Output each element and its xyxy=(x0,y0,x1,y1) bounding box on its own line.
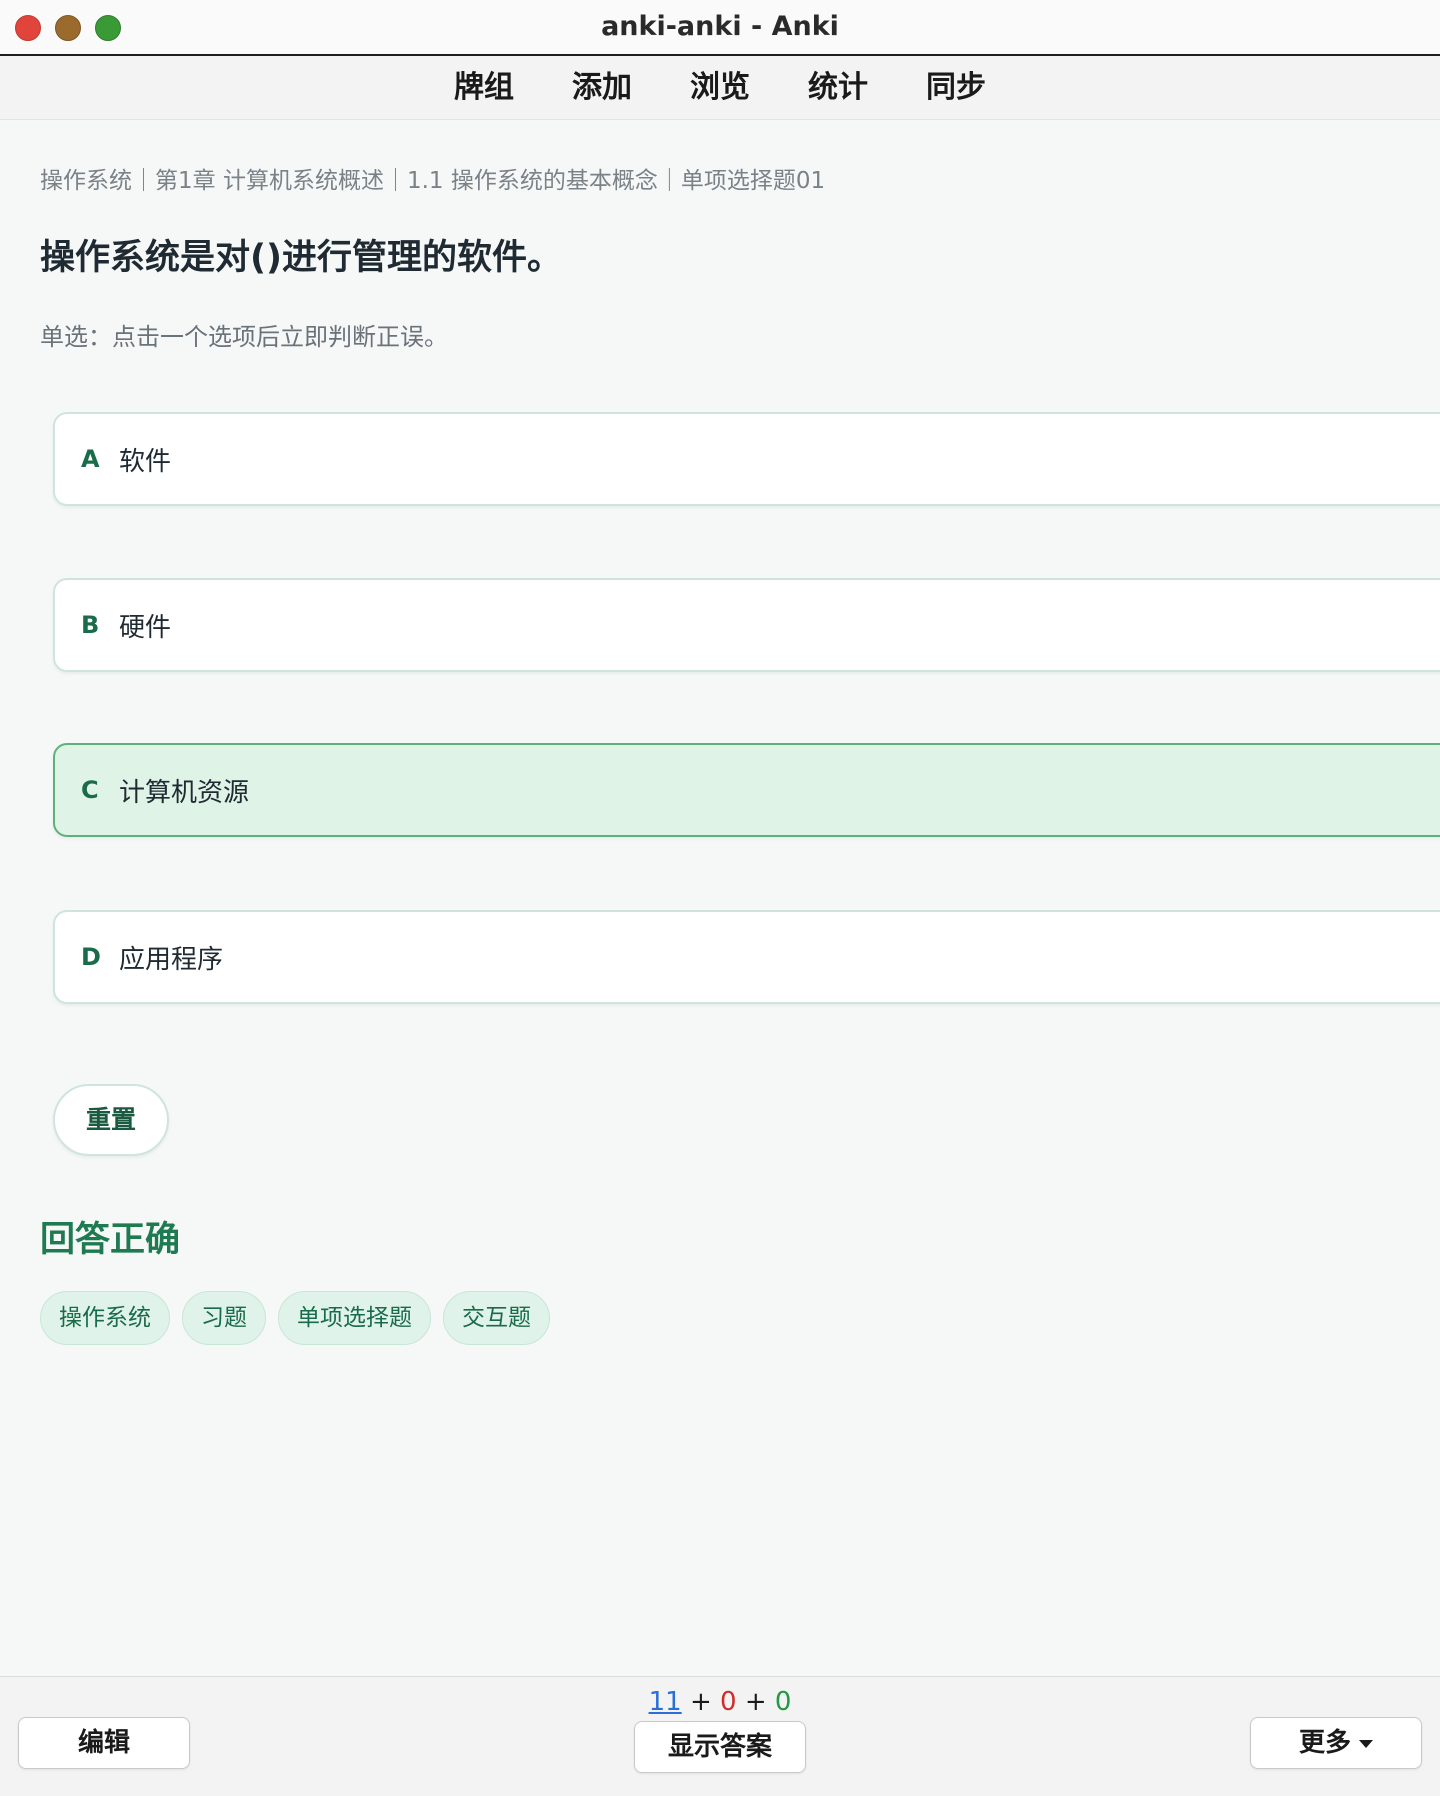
title-bar: anki-anki - Anki xyxy=(0,0,1440,56)
edit-button[interactable]: 编辑 xyxy=(18,1717,190,1769)
option-c[interactable]: C 计算机资源 xyxy=(53,743,1440,837)
toolbar-decks[interactable]: 牌组 xyxy=(454,66,514,110)
option-text: 软件 xyxy=(119,446,172,477)
tag-list: 操作系统 习题 单项选择题 交互题 xyxy=(40,1291,550,1345)
tag: 单项选择题 xyxy=(278,1291,431,1345)
question-text: 操作系统是对()进行管理的软件。 xyxy=(40,238,562,278)
option-letter: D xyxy=(81,943,101,971)
option-d[interactable]: D 应用程序 xyxy=(53,910,1440,1004)
due-counts: 11 + 0 + 0 xyxy=(0,1687,1440,1717)
option-letter: B xyxy=(81,611,100,639)
instruction-hint: 单选：点击一个选项后立即判断正误。 xyxy=(40,323,448,351)
review-count: 0 xyxy=(774,1687,792,1717)
reset-button[interactable]: 重置 xyxy=(53,1084,169,1156)
option-letter: C xyxy=(81,776,99,804)
review-bottom-bar: 11 + 0 + 0 编辑 显示答案 更多 xyxy=(0,1676,1440,1796)
option-text: 计算机资源 xyxy=(119,777,250,808)
option-text: 硬件 xyxy=(119,612,172,643)
anki-window: anki-anki - Anki 牌组 添加 浏览 统计 同步 操作系统｜第1章… xyxy=(0,0,1440,1796)
chevron-down-icon xyxy=(1359,1739,1373,1748)
show-answer-button[interactable]: 显示答案 xyxy=(634,1721,806,1773)
toolbar-sync[interactable]: 同步 xyxy=(926,66,986,110)
option-letter: A xyxy=(81,445,100,473)
count-separator: + xyxy=(744,1687,767,1717)
window-title: anki-anki - Anki xyxy=(601,11,839,42)
main-toolbar: 牌组 添加 浏览 统计 同步 xyxy=(0,56,1440,120)
option-b[interactable]: B 硬件 xyxy=(53,578,1440,672)
more-button[interactable]: 更多 xyxy=(1250,1717,1422,1769)
learn-count: 0 xyxy=(720,1687,737,1717)
breadcrumb: 操作系统｜第1章 计算机系统概述｜1.1 操作系统的基本概念｜单项选择题01 xyxy=(40,168,826,194)
count-separator: + xyxy=(689,1687,712,1717)
result-message: 回答正确 xyxy=(40,1220,181,1260)
tag: 交互题 xyxy=(443,1291,550,1345)
more-label: 更多 xyxy=(1298,1728,1351,1758)
toolbar-browse[interactable]: 浏览 xyxy=(690,66,750,110)
tag: 习题 xyxy=(182,1291,266,1345)
new-count: 11 xyxy=(648,1687,682,1717)
card-content: 操作系统｜第1章 计算机系统概述｜1.1 操作系统的基本概念｜单项选择题01 操… xyxy=(0,121,1440,1676)
option-text: 应用程序 xyxy=(119,944,224,975)
option-a[interactable]: A 软件 xyxy=(53,412,1440,506)
toolbar-stats[interactable]: 统计 xyxy=(808,66,868,110)
tag: 操作系统 xyxy=(40,1291,170,1345)
toolbar-add[interactable]: 添加 xyxy=(572,66,632,110)
